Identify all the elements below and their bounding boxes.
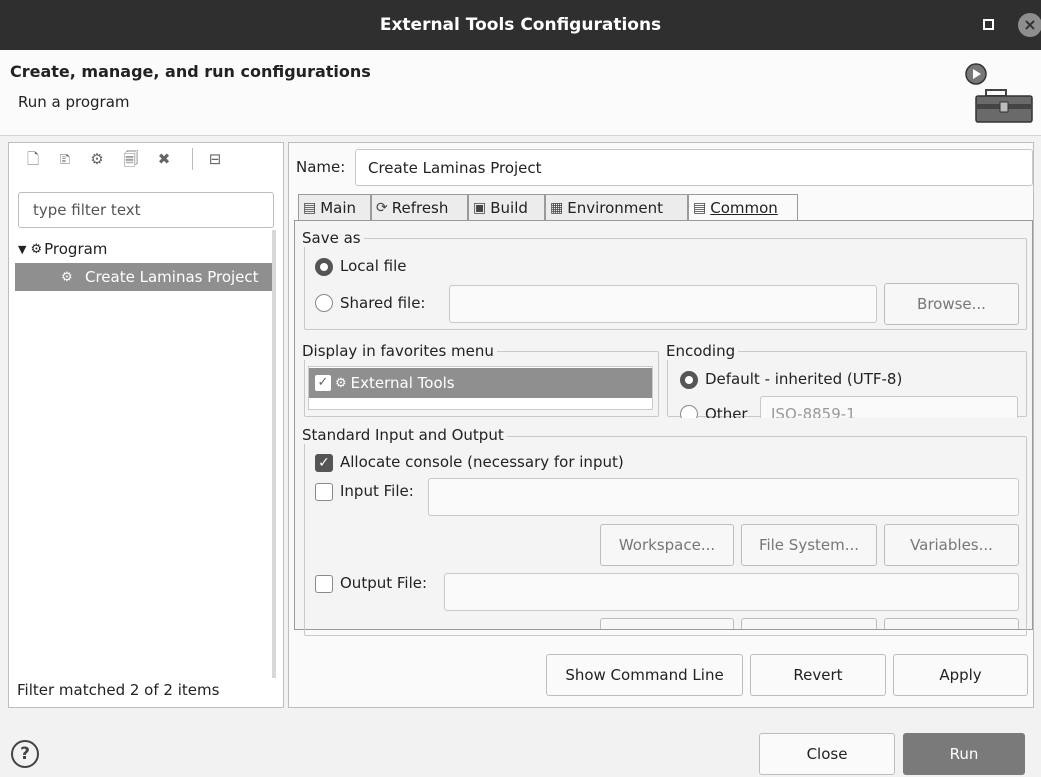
favorites-item-external-tools[interactable]: ✓ ⚙ External Tools xyxy=(309,368,652,398)
encoding-label: Encoding xyxy=(666,342,739,360)
close-window-icon[interactable]: × xyxy=(1018,13,1041,37)
close-button[interactable]: Close xyxy=(759,733,895,775)
favorites-item-label: External Tools xyxy=(350,374,455,392)
shared-file-field[interactable] xyxy=(449,285,877,323)
new-prototype-icon[interactable]: 🗈 xyxy=(56,150,74,168)
shared-file-radio[interactable] xyxy=(315,294,333,312)
default-encoding-label[interactable]: Default - inherited (UTF-8) xyxy=(705,370,902,388)
filter-status: Filter matched 2 of 2 items xyxy=(17,681,220,699)
output-buttons-clipped xyxy=(295,618,1032,629)
help-icon[interactable]: ? xyxy=(11,740,39,768)
allocate-console-label[interactable]: Allocate console (necessary for input) xyxy=(340,453,624,471)
delete-configuration-icon[interactable]: ✖ xyxy=(155,150,173,168)
tree-item-selected[interactable]: ⚙ Create Laminas Project xyxy=(15,263,276,291)
build-icon: ▣ xyxy=(473,199,487,216)
file-system-button[interactable]: File System... xyxy=(741,524,877,566)
collapse-all-icon[interactable]: ⊟ xyxy=(206,150,224,168)
local-file-label[interactable]: Local file xyxy=(340,257,407,275)
tab-environment[interactable]: ▦ Environment xyxy=(545,194,688,220)
local-file-radio[interactable] xyxy=(315,258,333,276)
allocate-console-checkbox[interactable]: ✓ xyxy=(315,454,333,472)
tab-main[interactable]: ▤ Main xyxy=(298,194,371,220)
new-configuration-icon[interactable]: 🗋 xyxy=(24,150,42,168)
checkbox-checked-icon[interactable]: ✓ xyxy=(315,375,331,391)
default-encoding-radio[interactable] xyxy=(680,371,698,389)
output-file-system-button[interactable] xyxy=(741,618,877,629)
tree-category-label: Program xyxy=(44,240,108,258)
run-button[interactable]: Run xyxy=(903,733,1025,775)
apply-button[interactable]: Apply xyxy=(893,654,1028,696)
program-icon: ⚙ xyxy=(30,241,43,257)
shared-file-label[interactable]: Shared file: xyxy=(340,294,425,312)
stdio-label: Standard Input and Output xyxy=(302,426,507,444)
tab-environment-label: Environment xyxy=(567,198,664,217)
toolbar-divider xyxy=(192,148,193,170)
maximize-icon[interactable] xyxy=(983,19,994,30)
other-encoding-radio[interactable] xyxy=(680,405,698,418)
tab-refresh-label: Refresh xyxy=(391,198,449,217)
header-subtitle: Run a program xyxy=(18,93,130,111)
input-file-checkbox[interactable] xyxy=(315,483,333,501)
other-encoding-select[interactable]: ISO-8859-1 xyxy=(760,396,1018,418)
tab-refresh[interactable]: ⟳ Refresh xyxy=(371,194,468,220)
duplicate-configuration-icon[interactable]: 🗐 xyxy=(122,150,140,168)
other-encoding-value: ISO-8859-1 xyxy=(771,405,856,418)
refresh-icon: ⟳ xyxy=(376,199,388,216)
tree-category-program[interactable]: ▼ ⚙ Program xyxy=(18,238,107,260)
filter-input[interactable] xyxy=(18,192,274,228)
input-file-label[interactable]: Input File: xyxy=(340,482,414,500)
tab-common[interactable]: ▤ Common xyxy=(688,194,798,221)
encoding-other-row: Other ISO-8859-1 xyxy=(668,396,1026,418)
window-title: External Tools Configurations xyxy=(379,15,662,35)
show-command-line-button[interactable]: Show Command Line xyxy=(546,654,743,696)
output-workspace-button[interactable] xyxy=(600,618,734,629)
export-configuration-icon[interactable]: ⚙ xyxy=(88,150,106,168)
tab-build[interactable]: ▣ Build xyxy=(468,194,545,220)
save-as-label: Save as xyxy=(302,229,364,247)
name-label: Name: xyxy=(296,158,346,176)
program-config-icon: ⚙ xyxy=(61,269,73,285)
tab-common-label: Common xyxy=(710,199,778,217)
header-title: Create, manage, and run configurations xyxy=(10,62,371,81)
main-tab-icon: ▤ xyxy=(303,199,317,216)
tree-item-label: Create Laminas Project xyxy=(85,268,259,286)
variables-button[interactable]: Variables... xyxy=(884,524,1019,566)
browse-button[interactable]: Browse... xyxy=(884,283,1019,325)
external-tools-icon: ⚙ xyxy=(335,375,347,391)
tab-build-label: Build xyxy=(490,198,528,217)
other-encoding-label[interactable]: Other xyxy=(705,405,748,418)
favorites-label: Display in favorites menu xyxy=(302,342,497,360)
workspace-button[interactable]: Workspace... xyxy=(600,524,734,566)
left-scrollbar[interactable] xyxy=(272,230,276,678)
output-variables-button[interactable] xyxy=(884,618,1019,629)
environment-icon: ▦ xyxy=(550,199,564,216)
output-file-checkbox[interactable] xyxy=(315,575,333,593)
tab-main-label: Main xyxy=(320,198,357,217)
revert-button[interactable]: Revert xyxy=(750,654,886,696)
output-file-field[interactable] xyxy=(444,573,1019,611)
window-titlebar: External Tools Configurations xyxy=(0,0,1041,50)
external-tools-toolbox-icon xyxy=(965,63,1033,123)
expand-arrow-icon[interactable]: ▼ xyxy=(18,243,26,256)
input-file-field[interactable] xyxy=(428,478,1019,516)
name-input[interactable] xyxy=(355,149,1033,186)
output-file-label[interactable]: Output File: xyxy=(340,574,427,592)
common-tab-icon: ▤ xyxy=(693,200,707,216)
